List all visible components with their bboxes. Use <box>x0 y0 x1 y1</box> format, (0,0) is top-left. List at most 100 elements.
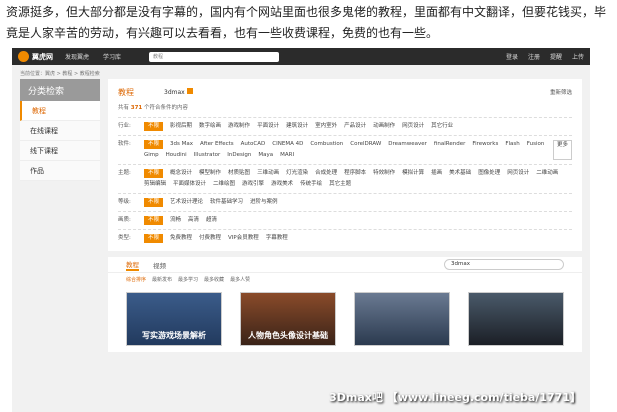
filter-option[interactable]: CINEMA 4D <box>272 140 303 149</box>
filter-option[interactable]: 不限 <box>144 216 164 225</box>
filter-option[interactable]: 剪辑编辑 <box>144 180 166 189</box>
filter-option[interactable]: 字幕教程 <box>266 234 288 243</box>
filter-option[interactable]: 室内室外 <box>315 122 337 131</box>
nav-notify[interactable]: 提醒 <box>550 52 562 61</box>
results-search-input[interactable]: 3dmax <box>444 259 564 270</box>
filter-option[interactable]: AutoCAD <box>241 140 266 149</box>
nav-library[interactable]: 学习库 <box>103 52 121 61</box>
sidebar-item-tutorial[interactable]: 教程 <box>20 101 100 121</box>
filter-option[interactable]: 平面媒体设计 <box>173 180 206 189</box>
filter-option[interactable]: 三维动画 <box>257 169 279 178</box>
filter-option[interactable]: VIP会员教程 <box>228 234 259 243</box>
filter-option[interactable]: 美术基础 <box>449 169 471 178</box>
filter-option[interactable]: After Effects <box>200 140 234 149</box>
filter-option[interactable]: 程序脚本 <box>344 169 366 178</box>
nav-discover[interactable]: 发现翼虎 <box>65 52 89 61</box>
filter-option[interactable]: 超清 <box>206 216 217 225</box>
tab-tutorial[interactable]: 教程 <box>126 259 139 271</box>
filter-option[interactable]: 其它行业 <box>431 122 453 131</box>
site-logo[interactable]: 翼虎网 <box>18 51 53 62</box>
filter-option[interactable]: Gimp <box>144 151 159 160</box>
filter-option[interactable]: 二维动画 <box>536 169 558 178</box>
filter-option[interactable]: Combustion <box>310 140 343 149</box>
active-filter-tag[interactable]: 3dmax <box>164 88 193 96</box>
filter-option[interactable]: 产品设计 <box>344 122 366 131</box>
filter-panel: 教程 3dmax 重新筛选 共有 371 个符合条件的内容 行业: 不限 影视后期数… <box>108 79 582 251</box>
filter-option[interactable]: 3ds Max <box>170 140 193 149</box>
filter-option[interactable]: 艺术设计理论 <box>170 198 203 207</box>
nav-register[interactable]: 注册 <box>528 52 540 61</box>
nav-login[interactable]: 登录 <box>506 52 518 61</box>
sort-most-learned[interactable]: 最多学习 <box>178 276 198 283</box>
filter-option[interactable]: 特效制作 <box>373 169 395 178</box>
course-thumbnail[interactable] <box>468 292 564 346</box>
nav-upload[interactable]: 上传 <box>572 52 584 61</box>
remove-tag-icon[interactable] <box>186 88 193 94</box>
filter-option[interactable]: 付费教程 <box>199 234 221 243</box>
filter-row: 等级: 不限 艺术设计理论 软件基础学习 进阶与案例 <box>118 193 572 211</box>
sort-newest[interactable]: 最新发布 <box>152 276 172 283</box>
sidebar-item-offline-course[interactable]: 线下课程 <box>20 141 100 161</box>
sort-default[interactable]: 综合排序 <box>126 276 146 283</box>
filter-option[interactable]: 进阶与案例 <box>250 198 278 207</box>
tab-video[interactable]: 视频 <box>153 260 166 270</box>
filter-more-button[interactable]: 更多 <box>552 140 572 160</box>
filter-option[interactable]: 不限 <box>144 169 164 178</box>
filter-option[interactable]: 网页设计 <box>402 122 424 131</box>
sort-options: 综合排序 最新发布 最多学习 最多收藏 最多人赞 <box>108 273 582 286</box>
nav-search-input[interactable]: 教程 <box>149 51 280 62</box>
filter-option[interactable]: 不限 <box>144 122 164 131</box>
filter-option[interactable]: finalRender <box>434 140 465 149</box>
filter-option[interactable]: CorelDRAW <box>350 140 381 149</box>
filter-option[interactable]: 传统手绘 <box>300 180 322 189</box>
filter-option[interactable]: 其它主题 <box>329 180 351 189</box>
filter-option[interactable]: 游戏引擎 <box>242 180 264 189</box>
filter-option[interactable]: 概念设计 <box>170 169 192 178</box>
filter-option[interactable]: Fusion <box>527 140 545 149</box>
filter-option[interactable]: Houdini <box>166 151 187 160</box>
filter-option[interactable]: 图像处理 <box>478 169 500 178</box>
filter-option[interactable]: 数字绘画 <box>199 122 221 131</box>
filter-option[interactable]: 不限 <box>144 234 164 243</box>
filter-option[interactable]: 软件基础学习 <box>210 198 243 207</box>
sort-most-liked[interactable]: 最多人赞 <box>230 276 250 283</box>
filter-option[interactable]: 游戏制作 <box>228 122 250 131</box>
filter-option[interactable]: 合成处理 <box>315 169 337 178</box>
sidebar-item-works[interactable]: 作品 <box>20 161 100 181</box>
filter-option[interactable]: 材质贴图 <box>228 169 250 178</box>
filter-option[interactable]: 影视后期 <box>170 122 192 131</box>
filter-option[interactable]: 模型制作 <box>199 169 221 178</box>
filter-option[interactable]: 动画制作 <box>373 122 395 131</box>
filter-option[interactable]: InDesign <box>227 151 251 160</box>
filter-option[interactable]: 游戏美术 <box>271 180 293 189</box>
filter-option[interactable]: 高清 <box>188 216 199 225</box>
sort-most-favorited[interactable]: 最多收藏 <box>204 276 224 283</box>
category-sidebar: 分类检索 教程 在线课程 线下课程 作品 <box>20 79 100 352</box>
tiger-logo-icon <box>18 51 29 62</box>
filter-option[interactable]: Maya <box>258 151 273 160</box>
filter-option[interactable]: MARI <box>280 151 294 160</box>
course-thumbnail[interactable] <box>354 292 450 346</box>
filter-option[interactable]: 灯光渲染 <box>286 169 308 178</box>
filter-option[interactable]: Fireworks <box>472 140 498 149</box>
filter-option[interactable]: 流畅 <box>170 216 181 225</box>
filter-label: 等级: <box>118 199 131 205</box>
filter-option[interactable]: Flash <box>505 140 519 149</box>
filter-option[interactable]: 不限 <box>144 198 164 207</box>
sidebar-item-online-course[interactable]: 在线课程 <box>20 121 100 141</box>
filter-option[interactable]: 网页设计 <box>507 169 529 178</box>
filter-option[interactable]: 平面设计 <box>257 122 279 131</box>
reset-filter-button[interactable]: 重新筛选 <box>550 88 572 96</box>
course-thumbnail[interactable]: 写实游戏场景解析 <box>126 292 222 346</box>
filter-row: 类型: 不限 免费教程 付费教程 VIP会员教程 字幕教程 <box>118 229 572 247</box>
filter-option[interactable]: 不限 <box>144 140 164 149</box>
filter-option[interactable]: 免费教程 <box>170 234 192 243</box>
filter-option[interactable]: 插画 <box>431 169 442 178</box>
filter-option[interactable]: Illustrator <box>194 151 221 160</box>
filter-option[interactable]: 建筑设计 <box>286 122 308 131</box>
course-thumbnail[interactable]: 人物角色头像设计基础 <box>240 292 336 346</box>
filter-option[interactable]: Dreamweaver <box>388 140 427 149</box>
filter-option[interactable]: 模拟计算 <box>402 169 424 178</box>
results-section: 教程 视频 3dmax 综合排序 最新发布 最多学习 最多收藏 最多人赞 写实游… <box>108 257 582 352</box>
filter-option[interactable]: 二维绘图 <box>213 180 235 189</box>
